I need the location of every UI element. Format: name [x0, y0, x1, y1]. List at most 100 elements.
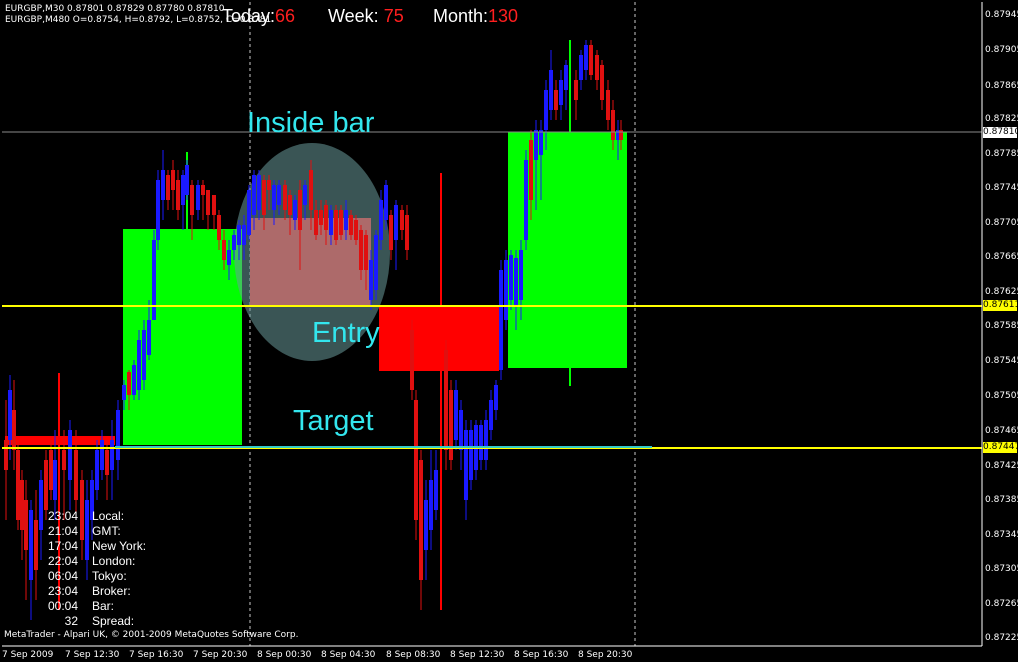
candle-body-bull — [509, 255, 513, 300]
candle-body-bear — [166, 175, 170, 200]
time-tick: 8 Sep 12:30 — [450, 650, 505, 660]
candle-body-bear — [364, 235, 368, 270]
clock-panel: 23:04 Local: 21:04 GMT: 17:04 New York: 22:… — [46, 509, 176, 631]
candle-body-bull — [29, 510, 33, 580]
candle-body-bear — [12, 410, 16, 450]
clock-name: GMT: — [92, 524, 121, 538]
candle-body-bear — [44, 460, 48, 510]
candle-body-bull — [329, 210, 333, 235]
price-tick: 0.87705 — [985, 218, 1018, 228]
candle-body-bear — [62, 450, 66, 470]
clock-time: 22:04 — [47, 554, 78, 568]
time-tick: 7 Sep 12:30 — [65, 650, 120, 660]
clock-name: Local: — [92, 509, 125, 523]
candle-body-bull — [272, 185, 276, 210]
candle-body-bear — [74, 450, 78, 500]
candle-body-bear — [611, 110, 615, 140]
candle-body-bull — [53, 460, 57, 500]
candle-body-bull — [293, 200, 297, 220]
clock-time: 17:04 — [47, 539, 78, 553]
candle-body-bull — [489, 400, 493, 430]
week-label: Week: — [328, 6, 379, 26]
candle-body-bull — [374, 235, 378, 290]
candle-body-bull — [394, 205, 398, 240]
clock-name: Spread: — [92, 614, 135, 628]
candle-body-bull — [484, 420, 488, 460]
price-tick: 0.87585 — [985, 321, 1018, 331]
today-label: Today: — [222, 6, 276, 26]
candle-body-bull — [257, 175, 261, 210]
candle-body-bear — [20, 480, 24, 530]
current-price-tag: 0.87810 — [983, 127, 1018, 138]
candle-body-bull — [147, 320, 151, 355]
candle-body-bear — [606, 90, 610, 120]
candle-body-bull — [479, 425, 483, 460]
clock-time: 32 — [64, 614, 78, 628]
candle-body-bull — [379, 200, 383, 240]
candle-body-bear — [354, 220, 358, 240]
candle-body-bear — [389, 215, 393, 250]
candle-body-bull — [344, 210, 348, 230]
candle-body-bear — [554, 90, 558, 110]
price-tick: 0.87865 — [985, 81, 1018, 91]
today-value: 66 — [275, 6, 296, 26]
candle-body-bull — [539, 130, 543, 155]
price-tick: 0.87945 — [985, 10, 1018, 20]
candle-body-bull — [384, 185, 388, 220]
candle-body-bull — [584, 45, 588, 70]
candle-body-bull — [95, 450, 99, 490]
candle-body-bear — [288, 195, 292, 215]
candle-body-bull — [303, 185, 307, 205]
price-tick: 0.87665 — [985, 252, 1018, 262]
target-label: Target — [293, 405, 374, 437]
time-tick: 8 Sep 04:30 — [321, 650, 376, 660]
week-value: 75 — [383, 6, 404, 26]
price-tick: 0.87305 — [985, 564, 1018, 574]
month-stat: Month:130 — [433, 6, 518, 27]
candle-body-bull — [464, 430, 468, 500]
candle-body-bull — [232, 235, 236, 250]
candle-body-bear — [127, 372, 131, 395]
entry-price-tag: 0.87611 — [983, 300, 1018, 311]
candle-body-bear — [449, 390, 453, 460]
price-tick: 0.87425 — [985, 461, 1018, 471]
candle-body-bear — [190, 185, 194, 215]
symbol-info-m30: EURGBP,M30 0.87801 0.87829 0.87780 0.878… — [5, 4, 225, 14]
candle-body-bull — [524, 160, 528, 240]
price-tick: 0.87225 — [985, 633, 1018, 643]
candle-body-bull — [429, 480, 433, 530]
week-stat: Week: 75 — [328, 6, 404, 27]
candle-body-bear — [319, 210, 323, 225]
candle-body-bull — [499, 270, 503, 370]
time-tick: 7 Sep 2009 — [2, 650, 54, 660]
inside-bar-label: Inside bar — [247, 107, 375, 139]
price-tick: 0.87505 — [985, 391, 1018, 401]
price-tick: 0.87905 — [985, 45, 1018, 55]
candle-body-bear — [24, 500, 28, 550]
time-tick: 7 Sep 20:30 — [193, 650, 248, 660]
candle-body-bear — [16, 450, 20, 520]
candle-body-bull — [519, 250, 523, 300]
candle-body-bull — [504, 260, 508, 320]
price-tick: 0.87385 — [985, 495, 1018, 505]
entry-label: Entry — [312, 317, 380, 349]
candle-body-bull — [227, 250, 231, 265]
candle-body-bear — [339, 210, 343, 235]
price-tick: 0.87825 — [985, 114, 1018, 124]
candle-body-bull — [110, 440, 114, 470]
candle-body-bull — [494, 385, 498, 410]
candle-body-bear — [309, 170, 313, 210]
candle-body-bull — [39, 480, 43, 530]
candle-body-bull — [534, 130, 538, 160]
candle-body-bull — [454, 390, 458, 440]
candle-body-bull — [469, 430, 473, 480]
candle-body-bear — [212, 195, 216, 215]
candle-body-bull — [459, 410, 463, 450]
candle-body-bull — [185, 165, 189, 195]
clock-time: 00:04 — [47, 599, 78, 613]
candle-body-bear — [405, 215, 409, 250]
candle-body-bull — [122, 385, 126, 400]
clock-name: London: — [92, 554, 136, 568]
candle-body-bull — [68, 430, 72, 480]
candle-body-bull — [116, 410, 120, 460]
